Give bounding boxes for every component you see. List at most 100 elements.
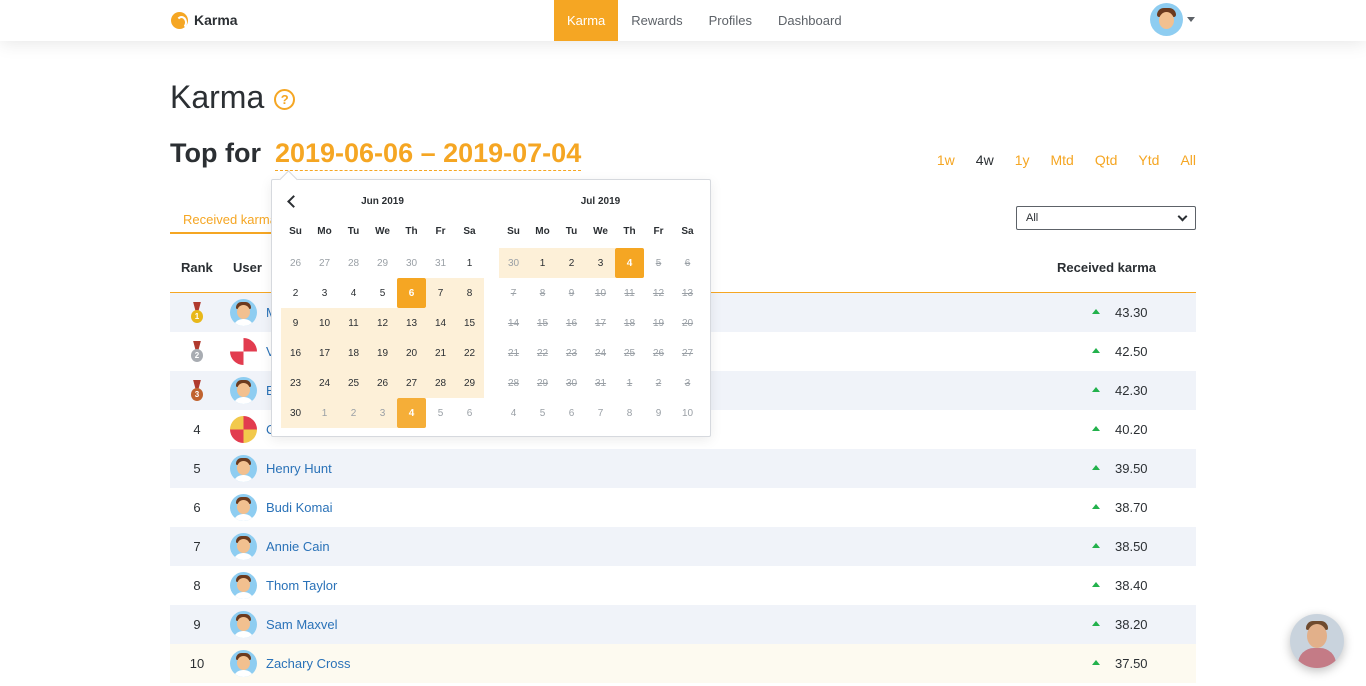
question-circle-icon[interactable]: ?	[274, 89, 296, 110]
calendar-day[interactable]: 30	[499, 248, 528, 278]
calendar-day[interactable]: 4	[397, 398, 426, 428]
calendar-day[interactable]: 27	[310, 248, 339, 278]
calendar-day[interactable]: 30	[281, 398, 310, 428]
calendar-day[interactable]: 28	[426, 368, 455, 398]
period-4w[interactable]: 4w	[976, 152, 994, 168]
nav-item-karma[interactable]: Karma	[554, 0, 619, 41]
calendar-day[interactable]: 1	[528, 248, 557, 278]
period-all[interactable]: All	[1180, 152, 1196, 168]
calendar-day[interactable]: 28	[339, 248, 368, 278]
calendar-day[interactable]: 5	[426, 398, 455, 428]
user-avatar[interactable]	[230, 338, 257, 365]
calendar-day[interactable]: 12	[368, 308, 397, 338]
user-avatar[interactable]	[230, 533, 257, 560]
calendar-day[interactable]: 6	[557, 398, 586, 428]
calendar-day[interactable]: 21	[426, 338, 455, 368]
calendar-day[interactable]: 25	[339, 368, 368, 398]
user-avatar[interactable]	[230, 611, 257, 638]
user-avatar[interactable]	[230, 377, 257, 404]
user-name-link[interactable]: Sam Maxvel	[266, 605, 338, 644]
table-row: 10 Zachary Cross 37.50	[170, 644, 1196, 683]
calendar-day[interactable]: 15	[455, 308, 484, 338]
user-avatar[interactable]	[230, 299, 257, 326]
calendar-day: 2	[655, 377, 662, 389]
user-avatar[interactable]	[1150, 3, 1183, 36]
calendar-day[interactable]: 11	[339, 308, 368, 338]
user-name-link[interactable]: Zachary Cross	[266, 644, 351, 683]
calendar-day[interactable]: 22	[455, 338, 484, 368]
user-name-link[interactable]: Thom Taylor	[266, 566, 337, 605]
calendar-day[interactable]: 10	[310, 308, 339, 338]
calendar-day[interactable]: 4	[499, 398, 528, 428]
calendar-day[interactable]: 13	[397, 308, 426, 338]
calendar-day[interactable]: 8	[455, 278, 484, 308]
chat-avatar-icon[interactable]	[1290, 614, 1344, 668]
period-qtd[interactable]: Qtd	[1095, 152, 1118, 168]
period-ytd[interactable]: Ytd	[1138, 152, 1159, 168]
calendar-day[interactable]: 9	[644, 398, 673, 428]
header-rank: Rank	[181, 260, 213, 275]
calendar-day[interactable]: 8	[615, 398, 644, 428]
calendar-day[interactable]: 31	[426, 248, 455, 278]
calendar-day[interactable]: 2	[557, 248, 586, 278]
calendar-day[interactable]: 16	[281, 338, 310, 368]
calendar-day: 28	[507, 377, 520, 389]
brand[interactable]: Karma	[171, 10, 238, 30]
calendar-day[interactable]: 24	[310, 368, 339, 398]
calendar-day[interactable]: 7	[586, 398, 615, 428]
user-avatar[interactable]	[230, 494, 257, 521]
nav-item-dashboard[interactable]: Dashboard	[765, 0, 855, 41]
period-1w[interactable]: 1w	[937, 152, 955, 168]
calendar-day[interactable]: 1	[455, 248, 484, 278]
user-avatar[interactable]	[230, 650, 257, 677]
date-range-toggle[interactable]: 2019-06-06 – 2019-07-04	[274, 138, 582, 171]
calendar-day[interactable]: 29	[455, 368, 484, 398]
nav-item-profiles[interactable]: Profiles	[696, 0, 765, 41]
period-1y[interactable]: 1y	[1015, 152, 1030, 168]
calendar-day[interactable]: 23	[281, 368, 310, 398]
rank-number: 4	[193, 422, 201, 437]
calendar-day[interactable]: 5	[528, 398, 557, 428]
calendar-day: 11	[624, 287, 635, 299]
user-name-link[interactable]: Annie Cain	[266, 527, 330, 566]
calendar-day[interactable]: 3	[310, 278, 339, 308]
calendar-day[interactable]: 2	[339, 398, 368, 428]
calendar-day[interactable]: 19	[368, 338, 397, 368]
calendar-day[interactable]: 6	[455, 398, 484, 428]
calendar-day[interactable]: 9	[281, 308, 310, 338]
calendar-day[interactable]: 17	[310, 338, 339, 368]
calendar-day[interactable]: 10	[673, 398, 702, 428]
calendar-day[interactable]: 6	[397, 278, 426, 308]
filter-select[interactable]: All	[1016, 206, 1196, 230]
calendar-day: 27	[681, 347, 694, 359]
calendar-day[interactable]: 26	[368, 368, 397, 398]
weekday: We	[593, 226, 608, 237]
user-name-link[interactable]: Henry Hunt	[266, 449, 332, 488]
calendar-day[interactable]: 3	[368, 398, 397, 428]
calendar-day[interactable]: 7	[426, 278, 455, 308]
period-mtd[interactable]: Mtd	[1051, 152, 1074, 168]
calendar-day[interactable]: 18	[339, 338, 368, 368]
calendar-day[interactable]: 20	[397, 338, 426, 368]
calendar-day[interactable]: 30	[397, 248, 426, 278]
calendar-day[interactable]: 4	[339, 278, 368, 308]
header-karma[interactable]: Received karma	[1057, 260, 1156, 275]
calendar-day[interactable]: 1	[310, 398, 339, 428]
calendar-day[interactable]: 29	[368, 248, 397, 278]
calendar-day[interactable]: 4	[615, 248, 644, 278]
user-avatar[interactable]	[230, 416, 257, 443]
calendar-day[interactable]: 26	[281, 248, 310, 278]
user-avatar[interactable]	[230, 572, 257, 599]
calendar-day[interactable]: 27	[397, 368, 426, 398]
calendar-day: 22	[536, 347, 549, 359]
calendar-day[interactable]: 5	[368, 278, 397, 308]
user-avatar[interactable]	[230, 455, 257, 482]
user-menu[interactable]	[1150, 3, 1195, 36]
calendar-day[interactable]: 14	[426, 308, 455, 338]
karma-score: 43.30	[1115, 305, 1148, 320]
nav-item-rewards[interactable]: Rewards	[618, 0, 695, 41]
calendar-day[interactable]: 2	[281, 278, 310, 308]
user-name-link[interactable]: Budi Komai	[266, 488, 332, 527]
calendar-day[interactable]: 3	[586, 248, 615, 278]
tab-received-karma[interactable]: Received karma	[170, 204, 280, 234]
